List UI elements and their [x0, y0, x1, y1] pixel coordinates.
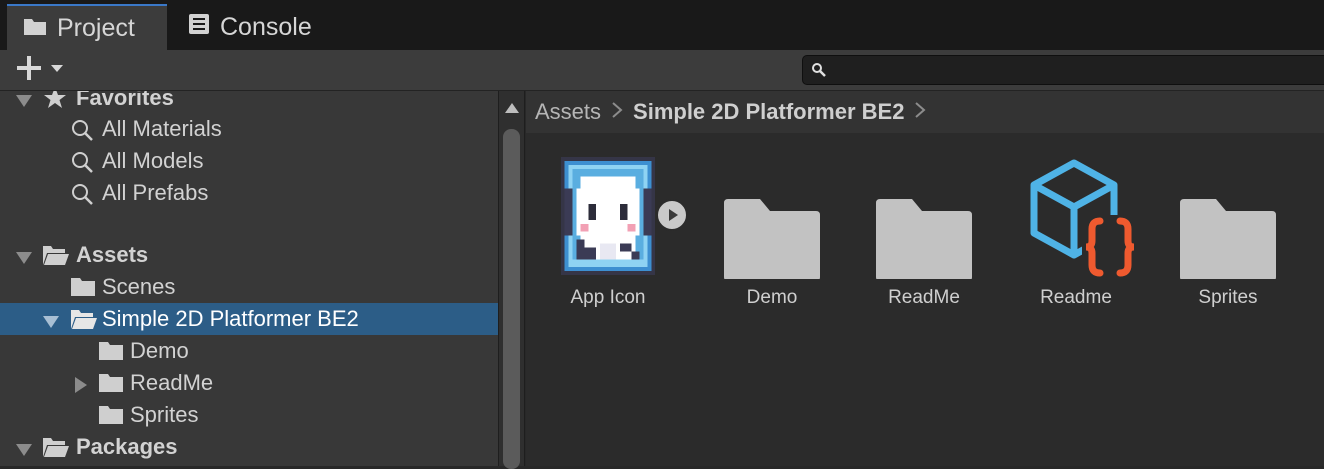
tab-bar: Project Console: [0, 0, 1324, 50]
folder-icon: [724, 199, 820, 281]
add-asset-button[interactable]: [16, 55, 72, 85]
asset-readme-folder[interactable]: ReadMe: [864, 155, 984, 308]
search-input[interactable]: [833, 58, 1317, 84]
search-icon: [70, 182, 94, 212]
tree-item-sprites[interactable]: Sprites: [0, 399, 498, 431]
tree-item-all-materials[interactable]: All Materials: [0, 113, 498, 145]
tree-item-label: Packages: [76, 434, 178, 459]
search-icon: [70, 118, 94, 148]
folder-icon: [98, 341, 124, 367]
chevron-down-icon: [50, 61, 64, 79]
tree-item-label: All Materials: [102, 116, 222, 141]
project-tree: Favorites All Materials All Models All P…: [0, 91, 498, 466]
folder-icon: [876, 199, 972, 281]
folder-open-icon: [42, 436, 70, 464]
tree-item-all-prefabs[interactable]: All Prefabs: [0, 177, 498, 209]
tree-item-assets[interactable]: Assets: [0, 239, 498, 271]
script-asset-icon: [1024, 159, 1142, 279]
asset-readme-script[interactable]: Readme: [1016, 155, 1138, 308]
breadcrumb-item-assets[interactable]: Assets: [535, 99, 601, 125]
tree-item-label: Sprites: [130, 402, 199, 427]
search-field[interactable]: [802, 55, 1324, 85]
tree-item-demo[interactable]: Demo: [0, 335, 498, 367]
tree-item-label: Assets: [76, 242, 149, 267]
tree-item-readme[interactable]: ReadMe: [0, 367, 498, 399]
scroll-up-arrow-icon[interactable]: [504, 101, 520, 119]
scrollbar-thumb[interactable]: [503, 129, 520, 469]
asset-label: Sprites: [1198, 287, 1258, 308]
tree-scrollbar[interactable]: [498, 91, 525, 469]
asset-label: ReadMe: [888, 287, 960, 308]
chevron-right-icon: [611, 99, 623, 125]
tree-item-simple-2d-platformer[interactable]: Simple 2D Platformer BE2: [0, 303, 498, 335]
expand-arrow-icon[interactable]: [15, 91, 33, 108]
tree-item-label: Demo: [130, 338, 189, 363]
asset-label: Demo: [746, 287, 798, 308]
folder-open-icon: [70, 308, 98, 336]
asset-app-icon[interactable]: App Icon: [548, 155, 688, 308]
tab-project[interactable]: Project: [7, 4, 167, 50]
app-icon-sprite: [560, 157, 656, 275]
asset-label: App Icon: [570, 287, 646, 308]
folder-icon: [23, 14, 47, 43]
asset-demo-folder[interactable]: Demo: [712, 155, 832, 308]
expand-arrow-icon[interactable]: [15, 439, 33, 457]
tree-item-all-models[interactable]: All Models: [0, 145, 498, 177]
folder-icon: [70, 277, 96, 303]
tree-item-label: All Models: [102, 148, 204, 173]
console-icon: [188, 13, 210, 42]
tab-console[interactable]: Console: [170, 4, 370, 50]
play-animation-button[interactable]: [656, 199, 688, 231]
asset-label: Readme: [1040, 287, 1112, 308]
folder-icon: [98, 373, 124, 399]
tree-item-label: All Prefabs: [102, 180, 209, 205]
tree-item-favorites[interactable]: Favorites: [0, 91, 498, 114]
asset-sprites-folder[interactable]: Sprites: [1168, 155, 1288, 308]
expand-arrow-icon[interactable]: [15, 247, 33, 265]
tree-item-label: Scenes: [102, 274, 176, 299]
asset-grid: App Icon Demo ReadMe Readme Sprites: [526, 133, 1324, 466]
tree-item-label: ReadMe: [130, 370, 214, 395]
tree-item-label: Favorites: [76, 91, 174, 110]
tree-item-label: Simple 2D Platformer BE2: [102, 306, 359, 331]
folder-icon: [98, 405, 124, 431]
search-icon: [70, 150, 94, 180]
folder-icon: [1180, 199, 1276, 281]
breadcrumb: Assets Simple 2D Platformer BE2: [526, 91, 1324, 133]
expand-arrow-icon[interactable]: [42, 311, 60, 329]
plus-icon: [16, 55, 42, 86]
tab-project-label: Project: [57, 13, 135, 42]
tree-item-packages[interactable]: Packages: [0, 431, 498, 463]
collapsed-arrow-icon[interactable]: [72, 374, 90, 393]
search-icon: [811, 61, 827, 84]
breadcrumb-item-current[interactable]: Simple 2D Platformer BE2: [633, 99, 904, 125]
chevron-right-icon[interactable]: [914, 99, 926, 125]
folder-open-icon: [42, 244, 70, 272]
tab-console-label: Console: [220, 12, 312, 41]
tree-item-scenes[interactable]: Scenes: [0, 271, 498, 303]
